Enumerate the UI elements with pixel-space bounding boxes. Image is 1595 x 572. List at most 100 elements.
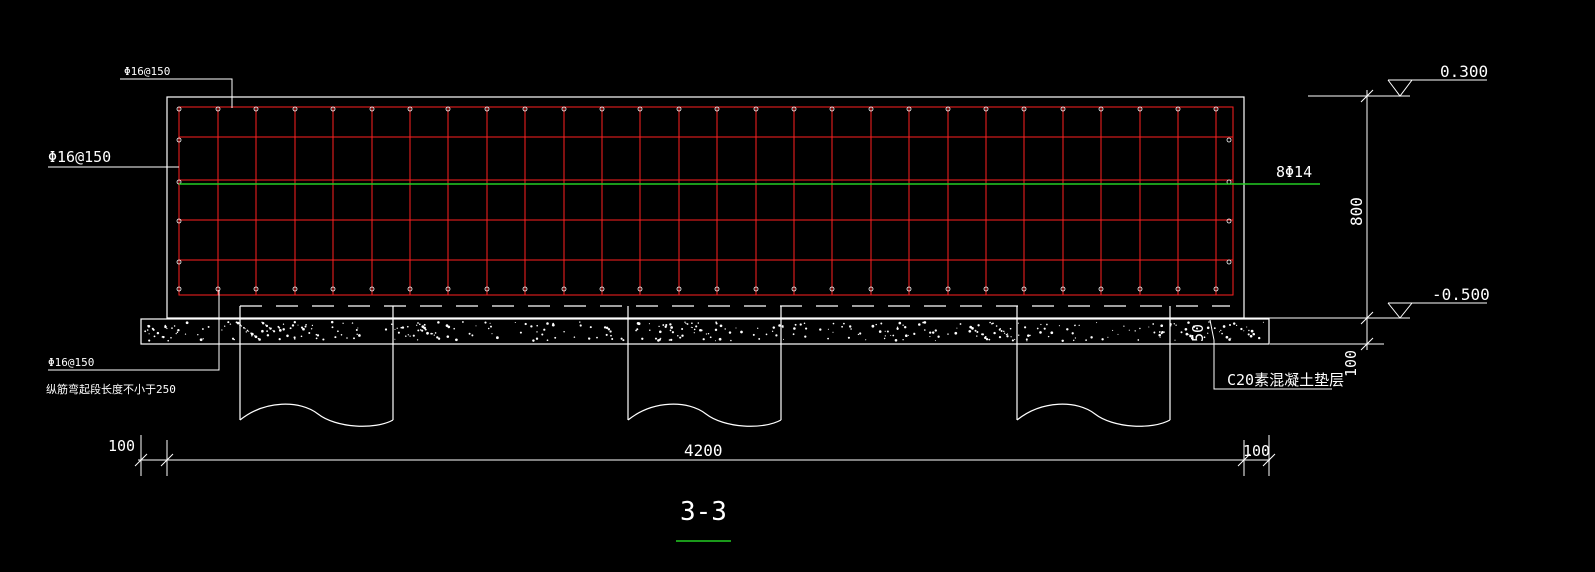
- concrete-speck: [707, 332, 710, 335]
- concrete-speck: [430, 332, 433, 335]
- concrete-speck: [1072, 339, 1075, 342]
- concrete-speck: [199, 338, 203, 342]
- concrete-speck: [258, 338, 261, 341]
- concrete-speck: [1134, 330, 1136, 332]
- concrete-speck: [605, 333, 608, 336]
- concrete-speck: [1061, 339, 1064, 343]
- concrete-speck: [886, 330, 889, 333]
- concrete-speck: [635, 329, 637, 332]
- concrete-speck: [883, 337, 886, 340]
- concrete-speck: [524, 322, 527, 326]
- concrete-speck: [173, 325, 176, 327]
- concrete-speck: [471, 334, 474, 337]
- concrete-speck: [1024, 326, 1027, 329]
- concrete-speck: [1043, 327, 1046, 330]
- concrete-speck: [880, 322, 883, 325]
- concrete-speck: [803, 322, 806, 325]
- concrete-speck: [681, 327, 684, 331]
- concrete-speck: [447, 325, 451, 329]
- concrete-speck: [489, 322, 491, 324]
- concrete-speck: [669, 323, 672, 326]
- concrete-speck: [394, 328, 396, 330]
- concrete-speck: [278, 327, 281, 329]
- concrete-speck: [1050, 331, 1054, 335]
- concrete-speck: [240, 325, 243, 327]
- concrete-speck: [162, 335, 165, 339]
- concrete-speck: [311, 324, 314, 327]
- concrete-speck: [954, 331, 958, 335]
- concrete-speck: [243, 326, 245, 329]
- concrete-speck: [681, 334, 684, 337]
- concrete-speck: [1246, 326, 1248, 328]
- concrete-speck: [1058, 325, 1060, 327]
- concrete-speck: [530, 325, 533, 328]
- concrete-speck: [977, 324, 980, 327]
- cushion-layer: [140, 318, 1270, 345]
- concrete-speck: [152, 328, 155, 331]
- concrete-speck: [827, 328, 829, 330]
- concrete-speck: [1228, 323, 1232, 327]
- concrete-speck: [251, 335, 253, 337]
- concrete-speck: [423, 323, 426, 326]
- concrete-speck: [535, 337, 539, 340]
- concrete-speck: [782, 326, 784, 329]
- concrete-speck: [468, 332, 471, 335]
- concrete-speck: [1219, 331, 1221, 333]
- concrete-speck: [1228, 338, 1231, 340]
- concrete-speck: [417, 322, 419, 324]
- concrete-speck: [407, 334, 409, 336]
- concrete-speck: [406, 325, 409, 328]
- concrete-speck: [579, 321, 581, 323]
- concrete-speck: [1036, 327, 1039, 330]
- concrete-speck: [1003, 330, 1005, 333]
- section-drawing: Φ16@150 Φ16@150 Φ16@150 纵筋弯起段长度不小于250 8Φ…: [46, 62, 1490, 542]
- concrete-speck: [971, 327, 974, 330]
- concrete-speck: [286, 334, 289, 338]
- concrete-speck: [184, 333, 187, 335]
- concrete-speck: [340, 334, 343, 336]
- concrete-speck: [1262, 321, 1264, 323]
- concrete-speck: [827, 337, 829, 340]
- concrete-speck: [609, 330, 612, 333]
- concrete-speck: [1158, 333, 1161, 337]
- concrete-speck: [426, 331, 429, 335]
- concrete-speck: [563, 330, 565, 333]
- concrete-speck: [1175, 324, 1177, 326]
- concrete-speck: [166, 327, 168, 330]
- rebar-dots: [176, 106, 1232, 292]
- concrete-speck: [884, 330, 886, 332]
- concrete-speck: [346, 337, 348, 339]
- concrete-speck: [841, 325, 843, 328]
- concrete-speck: [273, 330, 276, 333]
- side-bar-callout: Φ16@150: [48, 148, 111, 166]
- concrete-speck: [266, 330, 268, 332]
- concrete-speck: [654, 337, 658, 340]
- bar-dot: [1226, 137, 1232, 143]
- concrete-speck: [1240, 327, 1243, 331]
- concrete-speck: [167, 339, 169, 342]
- concrete-speck: [665, 323, 668, 327]
- top-callout-leader: [120, 78, 233, 108]
- concrete-speck: [177, 328, 180, 332]
- concrete-speck: [297, 324, 299, 326]
- concrete-speck: [668, 339, 671, 341]
- concrete-speck: [1213, 327, 1216, 330]
- concrete-speck: [929, 331, 932, 334]
- concrete-speck: [431, 333, 434, 335]
- concrete-speck: [519, 331, 522, 334]
- concrete-speck: [781, 325, 784, 328]
- concrete-speck: [394, 338, 396, 340]
- concrete-speck: [496, 336, 499, 340]
- concrete-speck: [995, 325, 998, 327]
- concrete-speck: [579, 324, 582, 327]
- concrete-speck: [1243, 330, 1245, 332]
- concrete-speck: [1208, 321, 1210, 323]
- concrete-speck: [719, 324, 723, 328]
- concrete-speck: [976, 335, 978, 337]
- concrete-speck: [1066, 328, 1069, 331]
- concrete-speck: [610, 334, 612, 337]
- rebar-mesh: [178, 106, 1234, 296]
- concrete-speck: [956, 327, 958, 329]
- concrete-speck: [1046, 323, 1048, 326]
- concrete-speck: [315, 337, 318, 340]
